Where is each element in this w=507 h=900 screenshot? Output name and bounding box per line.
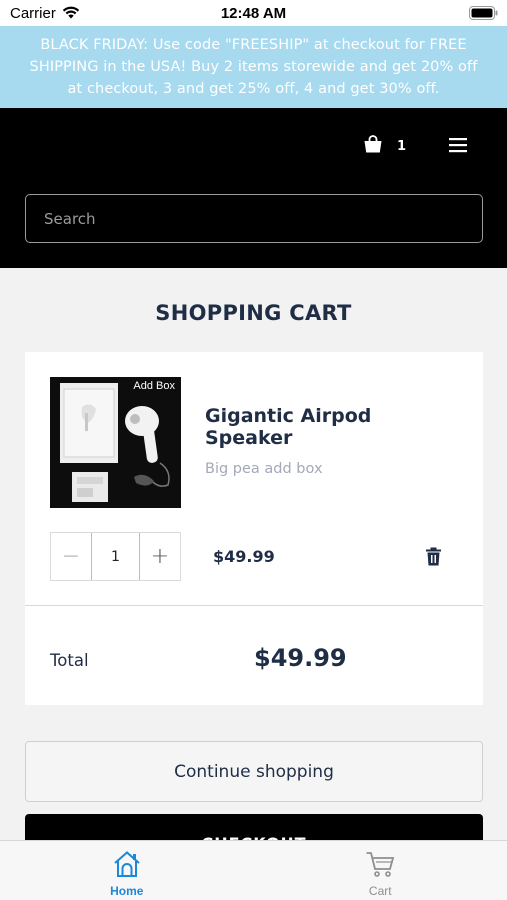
minus-icon: − — [61, 544, 81, 569]
cart-count-badge: 1 — [397, 138, 407, 154]
menu-button[interactable] — [448, 136, 468, 154]
product-image-caption: Add Box — [133, 380, 175, 392]
hamburger-menu-icon — [448, 138, 468, 158]
store-header: 1 — [0, 108, 507, 268]
page-title: SHOPPING CART — [155, 301, 352, 325]
total-label: Total — [50, 651, 89, 670]
cart-icon — [365, 850, 395, 882]
item-price: $49.99 — [213, 547, 275, 566]
product-variant: Big pea add box — [205, 461, 323, 477]
divider — [25, 605, 483, 606]
quantity-decrease-button[interactable]: − — [51, 533, 91, 580]
product-name[interactable]: Gigantic Airpod Speaker — [205, 405, 405, 449]
shopping-bag-icon — [363, 134, 383, 158]
product-image[interactable]: Add Box — [50, 377, 181, 508]
promo-banner: BLACK FRIDAY: Use code "FREESHIP" at che… — [0, 26, 507, 108]
tab-bar: Home Cart — [0, 840, 507, 900]
status-bar: Carrier 12:48 AM — [0, 0, 507, 26]
quantity-stepper: − 1 + — [50, 532, 181, 581]
quantity-value[interactable]: 1 — [91, 533, 140, 580]
tab-home-label: Home — [110, 884, 144, 898]
quantity-increase-button[interactable]: + — [140, 533, 180, 580]
home-icon — [112, 850, 142, 882]
remove-item-button[interactable] — [425, 547, 442, 566]
search-input[interactable] — [25, 194, 483, 243]
tab-cart-label: Cart — [368, 884, 392, 898]
clock: 12:48 AM — [220, 5, 287, 22]
tab-home[interactable]: Home — [0, 841, 254, 900]
plus-icon: + — [150, 544, 170, 569]
trash-icon — [425, 547, 442, 570]
battery-icon — [469, 6, 498, 20]
total-value: $49.99 — [254, 644, 347, 672]
continue-shopping-button[interactable]: Continue shopping — [25, 741, 483, 802]
tab-cart[interactable]: Cart — [254, 841, 507, 900]
cart-item-card: Add Box Gigantic Airpod Speaker Big pea … — [25, 352, 483, 705]
header-cart-button[interactable]: 1 — [363, 134, 413, 158]
